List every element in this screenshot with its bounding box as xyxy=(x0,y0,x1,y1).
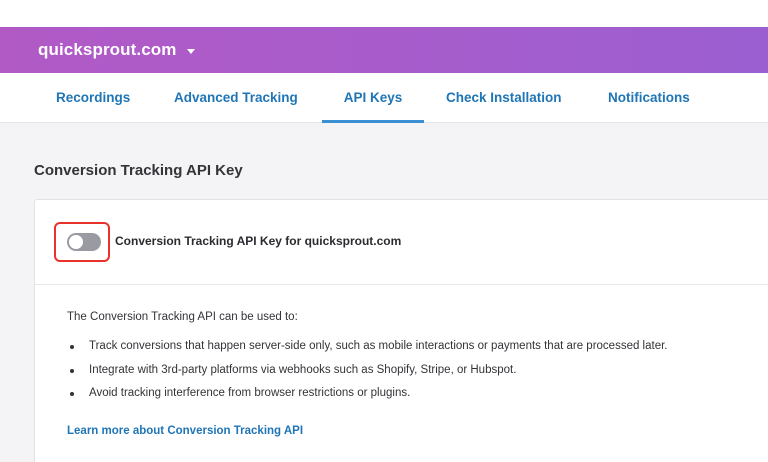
bullet-icon xyxy=(70,392,74,396)
top-whitespace xyxy=(0,0,768,27)
list-item: Integrate with 3rd-party platforms via w… xyxy=(67,363,667,387)
list-item: Track conversions that happen server-sid… xyxy=(67,339,667,363)
tab-notifications[interactable]: Notifications xyxy=(608,73,690,123)
api-key-card: Conversion Tracking API Key for quickspr… xyxy=(34,199,768,462)
learn-more-link[interactable]: Learn more about Conversion Tracking API xyxy=(67,425,303,437)
bullet-icon xyxy=(70,368,74,373)
site-selector-dropdown[interactable]: quicksprout.com xyxy=(38,40,196,60)
list-item: Avoid tracking interference from browser… xyxy=(67,386,667,410)
list-item-text: Track conversions that happen server-sid… xyxy=(89,340,668,352)
tab-recordings[interactable]: Recordings xyxy=(56,73,130,123)
section-title: Conversion Tracking API Key xyxy=(34,162,243,179)
toggle-knob xyxy=(69,235,83,249)
toggle-row: Conversion Tracking API Key for quickspr… xyxy=(35,200,768,285)
toggle-label: Conversion Tracking API Key for quickspr… xyxy=(115,234,402,248)
settings-tabs: Recordings Advanced Tracking API Keys Ch… xyxy=(0,73,768,123)
site-name: quicksprout.com xyxy=(38,40,177,59)
tab-api-keys[interactable]: API Keys xyxy=(322,73,424,123)
site-header: quicksprout.com xyxy=(0,27,768,73)
description: The Conversion Tracking API can be used … xyxy=(67,311,298,323)
list-item-text: Avoid tracking interference from browser… xyxy=(89,387,411,399)
bullet-icon xyxy=(70,345,74,349)
list-item-text: Integrate with 3rd-party platforms via w… xyxy=(89,363,517,376)
feature-list: Track conversions that happen server-sid… xyxy=(67,339,667,410)
tab-check-installation[interactable]: Check Installation xyxy=(446,73,562,123)
api-key-toggle[interactable] xyxy=(67,233,101,251)
caret-down-icon xyxy=(187,48,196,54)
tab-advanced-tracking[interactable]: Advanced Tracking xyxy=(174,73,298,123)
